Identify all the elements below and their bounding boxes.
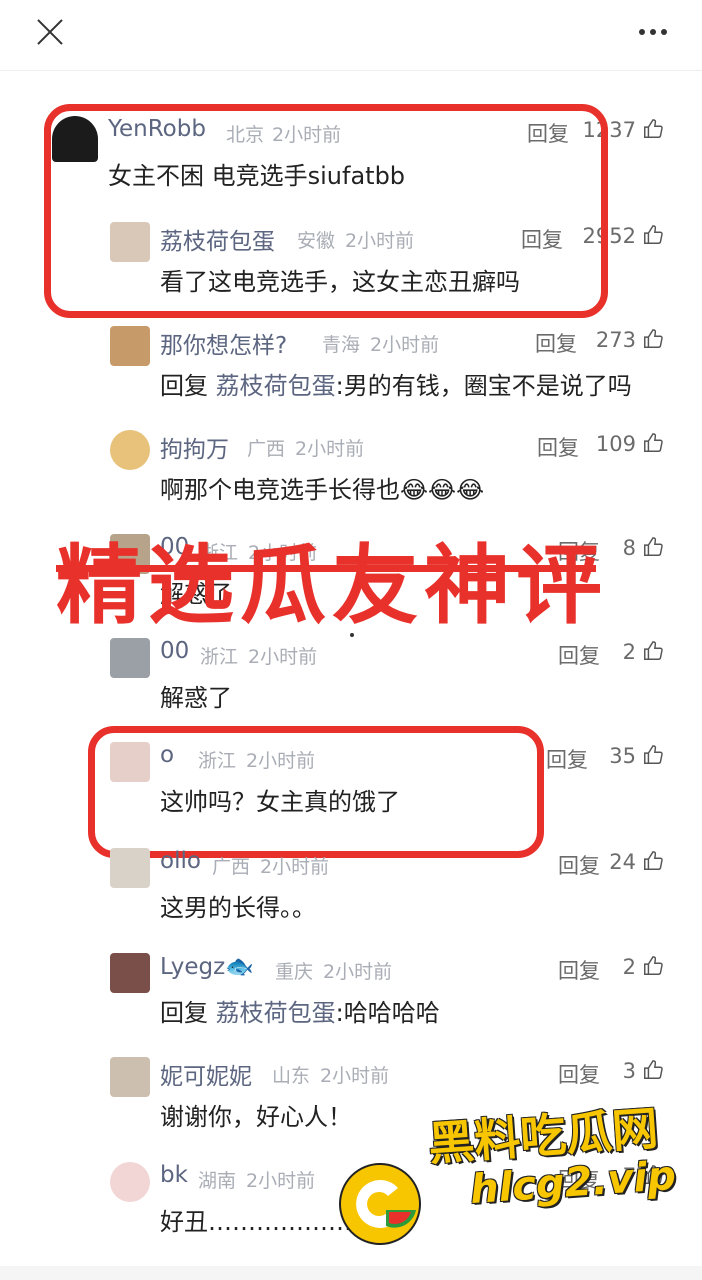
comment-location: 山东 — [272, 1065, 311, 1087]
comment-time: 2小时前 — [323, 961, 393, 983]
thumbs-up-icon[interactable] — [642, 744, 664, 766]
like-count: 273 — [595, 328, 636, 352]
like-count: 24 — [609, 850, 636, 874]
watermark-logo-icon — [339, 1163, 421, 1245]
close-icon[interactable] — [32, 14, 68, 50]
comment-username[interactable]: ollo — [160, 848, 201, 874]
comment-location: 重庆 — [275, 961, 314, 983]
thumbs-up-icon[interactable] — [642, 955, 664, 977]
comment-time: 2小时前 — [246, 1170, 316, 1192]
top-bar — [0, 0, 702, 71]
thumbs-up-icon[interactable] — [642, 1059, 664, 1081]
like-count: 2 — [622, 955, 636, 979]
reply-item: 那你想怎样? 青海 2小时前 回复 273 回复 荔枝荷包蛋:男的有钱，圈宝不是… — [0, 326, 702, 430]
like-count: 3 — [622, 1059, 636, 1083]
comment-location: 浙江 — [200, 646, 239, 668]
comment-time: 2小时前 — [295, 438, 365, 460]
comment-text: 回复 荔枝荷包蛋:哈哈哈哈 — [160, 999, 440, 1027]
avatar[interactable] — [110, 326, 150, 366]
comment-text: 这男的长得。。 — [160, 894, 316, 922]
thumbs-up-icon[interactable] — [642, 536, 664, 558]
highlight-box — [88, 726, 544, 858]
comment-username[interactable]: 妮可妮妮 — [160, 1057, 252, 1091]
comment-time: 2小时前 — [370, 334, 440, 356]
thumbs-up-icon[interactable] — [642, 118, 664, 140]
comment-location: 广西 — [212, 856, 251, 878]
thumbs-up-icon[interactable] — [642, 850, 664, 872]
comment-location: 湖南 — [198, 1170, 237, 1192]
comment-text: 回复 荔枝荷包蛋:男的有钱，圈宝不是说了吗 — [160, 372, 632, 400]
comment-username[interactable]: 00 — [160, 638, 189, 664]
like-count: 2 — [622, 640, 636, 664]
thumbs-up-icon[interactable] — [642, 224, 664, 246]
reply-item: Lyegz🐟 重庆 2小时前 回复 2 回复 荔枝荷包蛋:哈哈哈哈 — [0, 953, 702, 1057]
comment-location: 青海 — [322, 334, 361, 356]
avatar[interactable] — [110, 430, 150, 470]
like-count: 109 — [595, 432, 636, 456]
avatar[interactable] — [110, 953, 150, 993]
comment-text: 谢谢你，好心人！ — [160, 1103, 352, 1131]
comment-text: 好丑……………… — [160, 1208, 352, 1236]
comment-username[interactable]: bk — [160, 1162, 188, 1188]
banner-strike-line — [56, 565, 596, 572]
featured-comments-banner: 精选瓜友神评 — [56, 536, 608, 636]
bottom-edge — [0, 1266, 702, 1280]
like-count: 35 — [609, 744, 636, 768]
highlight-box — [44, 104, 608, 318]
comment-username[interactable]: 那你想怎样? — [160, 326, 287, 360]
thumbs-up-icon[interactable] — [642, 328, 664, 350]
comment-username[interactable]: Lyegz🐟 — [160, 953, 254, 980]
thumbs-up-icon[interactable] — [642, 432, 664, 454]
more-horizontal-icon[interactable] — [630, 18, 676, 46]
avatar[interactable] — [110, 1162, 150, 1202]
avatar[interactable] — [110, 1057, 150, 1097]
comment-location: 广西 — [247, 438, 286, 460]
comment-time: 2小时前 — [320, 1065, 390, 1087]
avatar[interactable] — [110, 638, 150, 678]
comment-text: 啊那个电竞选手长得也😂😂😂 — [160, 476, 485, 504]
comment-text: 解惑了 — [160, 684, 232, 712]
reply-item: ollo 广西 2小时前 回复 24 这男的长得。。 — [0, 848, 702, 952]
comment-time: 2小时前 — [260, 856, 330, 878]
avatar[interactable] — [110, 848, 150, 888]
decorative-dot — [350, 633, 354, 637]
comment-username[interactable]: 拘拘万 — [160, 430, 229, 464]
thumbs-up-icon[interactable] — [642, 640, 664, 662]
comment-time: 2小时前 — [248, 646, 318, 668]
